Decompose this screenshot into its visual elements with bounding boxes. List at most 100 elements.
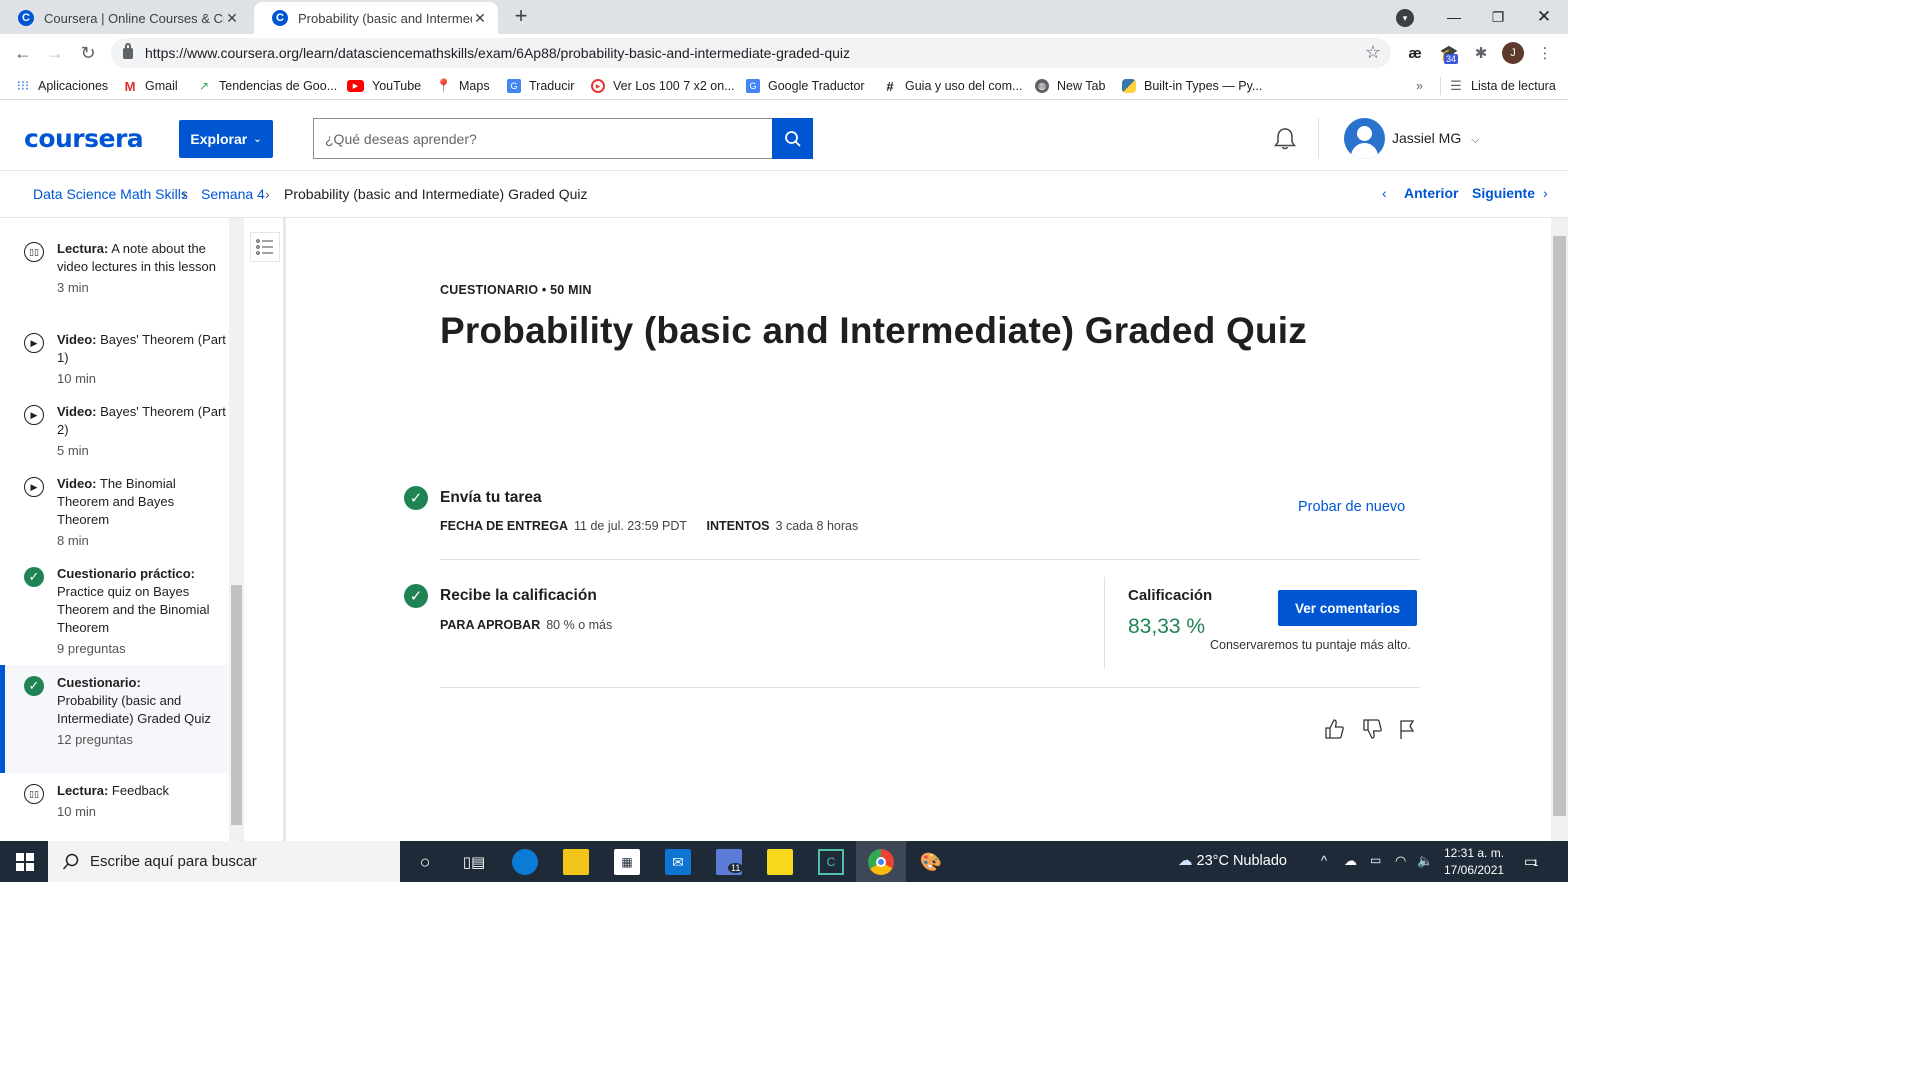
bookmark-label: Google Traductor (768, 79, 865, 93)
weather-widget[interactable]: ☁ 23°C Nublado (1178, 853, 1287, 869)
sidebar-item-note-reading[interactable]: ▯▯ Lectura: A note about the video lectu… (0, 240, 228, 297)
item-type: Lectura: (57, 241, 109, 256)
chevron-right-icon: › (182, 186, 187, 202)
bookmark-new-tab[interactable]: ◍ New Tab (1035, 77, 1105, 95)
retry-link[interactable]: Probar de nuevo (1298, 499, 1405, 515)
task-view-icon[interactable]: ▯▤ (461, 849, 487, 875)
ae-extension-icon[interactable]: æ (1405, 42, 1425, 64)
bookmark-label: Maps (459, 79, 490, 93)
view-feedback-button[interactable]: Ver comentarios (1278, 590, 1417, 626)
user-avatar[interactable] (1344, 118, 1385, 159)
sidebar-item-bayes-part1[interactable]: ▶ Video: Bayes' Theorem (Part 1) 10 min (0, 331, 228, 388)
bookmark-label: Ver Los 100 7 x2 on... (613, 79, 735, 93)
search-button[interactable] (772, 118, 813, 159)
user-menu[interactable]: Jassiel MG ⌵ (1392, 130, 1479, 147)
previous-link[interactable]: Anterior (1404, 185, 1458, 201)
minimize-button[interactable]: — (1432, 0, 1476, 34)
maximize-button[interactable]: ❐ (1476, 0, 1520, 34)
forward-arrow-icon[interactable]: → (44, 42, 66, 64)
breadcrumb-week[interactable]: Semana 4 (201, 186, 265, 202)
pass-label: PARA APROBAR (440, 618, 541, 632)
volume-icon[interactable]: 🔈 (1417, 853, 1433, 869)
breadcrumb-course[interactable]: Data Science Math Skills (33, 186, 188, 202)
code-editor-icon[interactable]: C (818, 849, 844, 875)
chrome-menu-icon[interactable]: ⋮ (1536, 42, 1554, 64)
bookmark-maps[interactable]: 📍 Maps (436, 77, 490, 95)
play-icon: ▶ (24, 477, 44, 497)
paint-icon[interactable]: 🎨 (918, 849, 944, 875)
bookmark-guia[interactable]: # Guia y uso del com... (883, 77, 1022, 95)
edge-icon[interactable] (512, 849, 538, 875)
sidebar-scrollbar-thumb[interactable] (231, 585, 242, 825)
notifications-bell-icon[interactable] (1272, 126, 1298, 152)
store-icon[interactable]: ▦ (614, 849, 640, 875)
reading-list[interactable]: ☰ Lista de lectura (1440, 77, 1556, 95)
new-tab-button[interactable]: + (509, 4, 533, 28)
extensions-puzzle-icon[interactable]: ✱ (1470, 42, 1492, 64)
chevron-left-icon[interactable]: ‹ (1382, 185, 1387, 201)
bookmark-star-icon[interactable]: ☆ (1365, 42, 1381, 63)
close-tab-icon[interactable]: ✕ (224, 10, 240, 27)
file-explorer-icon[interactable] (563, 849, 589, 875)
browser-tab-quiz[interactable]: C Probability (basic and Intermedia ✕ (254, 2, 498, 34)
coursera-logo[interactable]: coursera (24, 124, 144, 153)
bookmark-trends[interactable]: ↗ Tendencias de Goo... (197, 77, 337, 95)
profile-avatar[interactable]: J (1502, 42, 1524, 64)
chevron-down-icon: ⌄ (253, 133, 262, 145)
bookmark-python[interactable]: Built-in Types — Py... (1122, 77, 1262, 95)
lock-icon[interactable] (123, 42, 133, 59)
bookmark-google-traductor[interactable]: G Google Traductor (746, 77, 865, 95)
close-window-button[interactable]: ✕ (1522, 0, 1566, 34)
sidebar-item-feedback[interactable]: ▯▯ Lectura: Feedback 10 min (0, 782, 228, 821)
browser-tab-coursera-home[interactable]: C Coursera | Online Courses & Cre ✕ (0, 2, 250, 34)
flag-icon[interactable] (1395, 717, 1419, 741)
sidebar-item-graded-quiz[interactable]: ✓ Cuestionario: Probability (basic and I… (0, 665, 228, 773)
chrome-icon[interactable] (868, 849, 894, 875)
wifi-icon[interactable]: ◠ (1395, 853, 1406, 869)
phone-link-icon[interactable]: 11 (716, 849, 744, 875)
battery-icon[interactable]: ▭ (1370, 853, 1381, 867)
system-clock[interactable]: 12:31 a. m. 17/06/2021 (1444, 845, 1504, 879)
sidebar-item-binomial[interactable]: ▶ Video: The Binomial Theorem and Bayes … (0, 475, 228, 550)
bookmark-ver-los-100[interactable]: ▶ Ver Los 100 7 x2 on... (591, 77, 735, 95)
sticky-notes-icon[interactable] (767, 849, 793, 875)
toc-column (244, 218, 286, 841)
bookmark-translate[interactable]: G Traducir (507, 77, 574, 95)
page-scrollbar-thumb[interactable] (1553, 236, 1566, 816)
toc-toggle-button[interactable] (250, 232, 280, 262)
translate-icon: G (507, 79, 521, 93)
reload-icon[interactable]: ↻ (77, 42, 99, 64)
close-tab-icon[interactable]: ✕ (472, 10, 488, 27)
bookmark-apps[interactable]: ⁝⁝⁝ Aplicaciones (16, 77, 108, 95)
coursera-favicon-icon: C (272, 10, 288, 26)
cortana-icon[interactable]: ○ (412, 849, 438, 875)
bookmark-label: Gmail (145, 79, 178, 93)
bookmarks-overflow[interactable]: » (1416, 77, 1423, 95)
notifications-icon[interactable]: ▭1 (1524, 853, 1538, 870)
tray-chevron-up-icon[interactable]: ^ (1321, 853, 1327, 868)
address-bar[interactable]: https://www.coursera.org/learn/datascien… (111, 38, 1391, 68)
next-link[interactable]: Siguiente (1472, 185, 1535, 201)
back-arrow-icon[interactable]: ← (12, 42, 34, 64)
thumbs-up-icon[interactable] (1322, 717, 1346, 741)
sidebar-item-bayes-part2[interactable]: ▶ Video: Bayes' Theorem (Part 2) 5 min (0, 403, 228, 460)
chrome-center (876, 857, 886, 867)
attempts-value: 3 cada 8 horas (775, 519, 859, 533)
explore-button[interactable]: Explorar ⌄ (179, 120, 273, 158)
onedrive-cloud-icon[interactable]: ☁ (1344, 853, 1357, 869)
search-icon (784, 130, 801, 147)
mail-icon[interactable]: ✉ (665, 849, 691, 875)
sidebar-item-practice-quiz[interactable]: ✓ Cuestionario práctico: Practice quiz o… (0, 565, 228, 658)
windows-start-icon[interactable] (12, 849, 38, 875)
tab-search-icon[interactable]: ▾ (1396, 9, 1414, 27)
thumbs-down-icon[interactable] (1360, 717, 1384, 741)
weather-text: 23°C Nublado (1196, 853, 1287, 869)
bookmark-youtube[interactable]: ▶ YouTube (347, 77, 421, 95)
chevron-right-icon[interactable]: › (1543, 185, 1548, 201)
taskbar-search-input[interactable]: Escribe aquí para buscar (48, 841, 400, 882)
item-meta: 8 min (57, 533, 89, 548)
item-meta: 12 preguntas (57, 732, 133, 747)
search-input[interactable]: ¿Qué deseas aprender? (313, 118, 773, 159)
bookmark-gmail[interactable]: M Gmail (123, 77, 178, 95)
item-title: Practice quiz on Bayes Theorem and the B… (57, 584, 210, 635)
